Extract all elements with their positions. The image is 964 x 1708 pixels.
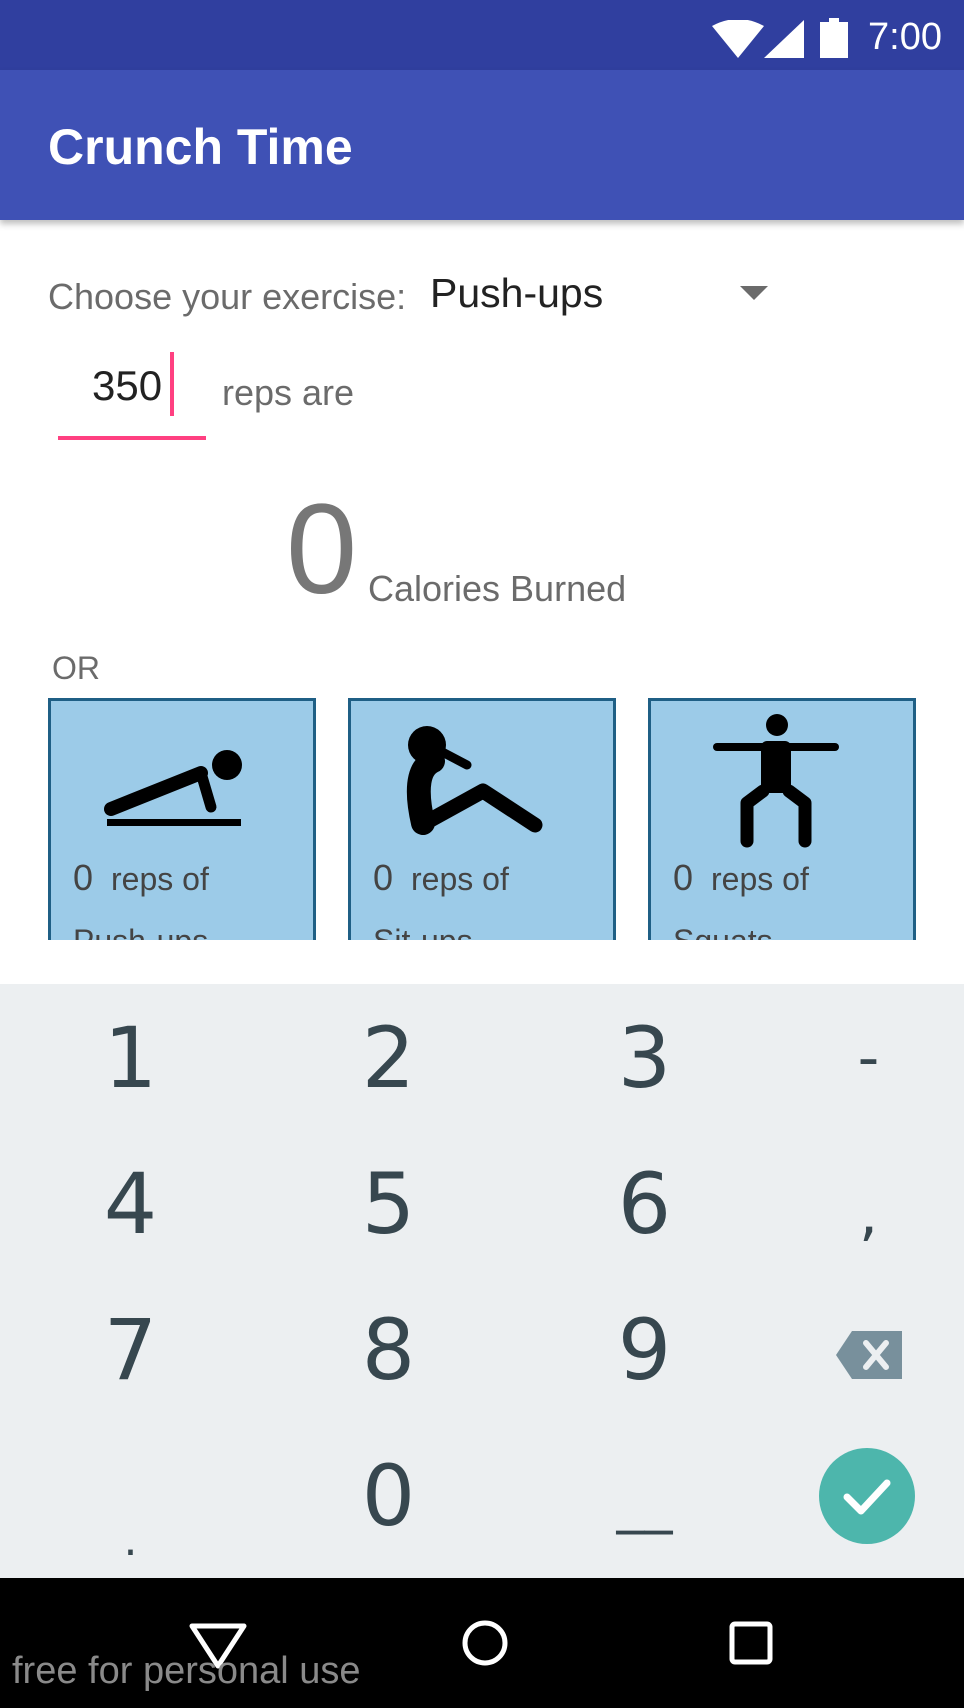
watermark: free for personal use bbox=[12, 1650, 361, 1692]
wifi-icon bbox=[712, 20, 764, 58]
reps-suffix-label: reps are bbox=[222, 372, 355, 413]
check-icon bbox=[843, 1479, 891, 1515]
key-comma[interactable]: , bbox=[748, 1140, 964, 1288]
key-4[interactable]: 4 bbox=[10, 1130, 251, 1278]
sit-up-icon bbox=[406, 726, 543, 835]
key-period-label: . bbox=[123, 1515, 138, 1566]
situps-card[interactable]: 0 reps of Sit-ups bbox=[348, 698, 616, 940]
reps-input-value: 350 bbox=[92, 362, 163, 409]
backspace-key[interactable] bbox=[748, 1276, 964, 1424]
key-space-label: __ bbox=[616, 1470, 673, 1535]
dropdown-arrow-icon bbox=[740, 286, 768, 300]
exercise-label: Choose your exercise: bbox=[48, 276, 407, 317]
reps-input[interactable]: 350 bbox=[58, 352, 206, 440]
key-minus[interactable]: - bbox=[748, 984, 964, 1132]
battery-icon bbox=[820, 18, 848, 58]
key-6[interactable]: 6 bbox=[524, 1130, 765, 1278]
pushups-card[interactable]: 0 reps of Push-ups bbox=[48, 698, 316, 940]
pushups-reps-label: reps of bbox=[111, 861, 209, 897]
key-0[interactable]: 0 bbox=[268, 1422, 509, 1570]
key-5[interactable]: 5 bbox=[268, 1130, 509, 1278]
situps-count: 0 bbox=[373, 857, 394, 898]
key-1[interactable]: 1 bbox=[10, 984, 251, 1132]
app-title: Crunch Time bbox=[48, 119, 353, 175]
key-8[interactable]: 8 bbox=[268, 1276, 509, 1424]
situps-name: Sit-ups bbox=[373, 923, 473, 940]
done-button[interactable] bbox=[819, 1448, 915, 1544]
or-label: OR bbox=[52, 650, 100, 686]
squats-card[interactable]: 0 reps of Squats bbox=[648, 698, 916, 940]
app-bar: Crunch Time bbox=[0, 70, 964, 220]
home-icon[interactable] bbox=[460, 1618, 510, 1668]
squats-reps-label: reps of bbox=[711, 861, 809, 897]
recents-icon[interactable] bbox=[728, 1620, 774, 1666]
key-period[interactable]: . bbox=[10, 1430, 251, 1578]
backspace-icon bbox=[835, 1331, 902, 1379]
exercise-dropdown-value: Push-ups bbox=[430, 270, 604, 316]
key-7[interactable]: 7 bbox=[10, 1276, 251, 1424]
squats-count: 0 bbox=[673, 857, 694, 898]
key-space[interactable]: __ bbox=[524, 1422, 765, 1570]
text-cursor bbox=[170, 352, 174, 416]
cellular-signal-icon bbox=[764, 20, 804, 58]
calories-value: 0 bbox=[286, 478, 358, 621]
key-9[interactable]: 9 bbox=[524, 1276, 765, 1424]
key-3[interactable]: 3 bbox=[524, 984, 765, 1132]
squats-name: Squats bbox=[673, 923, 773, 940]
key-2[interactable]: 2 bbox=[268, 984, 509, 1132]
status-bar: 7:00 bbox=[0, 0, 964, 70]
calories-label: Calories Burned bbox=[368, 568, 627, 609]
pushups-count: 0 bbox=[73, 857, 94, 898]
exercise-dropdown[interactable]: Push-ups bbox=[430, 270, 770, 326]
status-time: 7:00 bbox=[868, 16, 942, 58]
situps-reps-label: reps of bbox=[411, 861, 509, 897]
push-up-icon bbox=[104, 750, 242, 826]
squat-icon bbox=[713, 714, 839, 848]
pushups-name: Push-ups bbox=[73, 923, 208, 940]
